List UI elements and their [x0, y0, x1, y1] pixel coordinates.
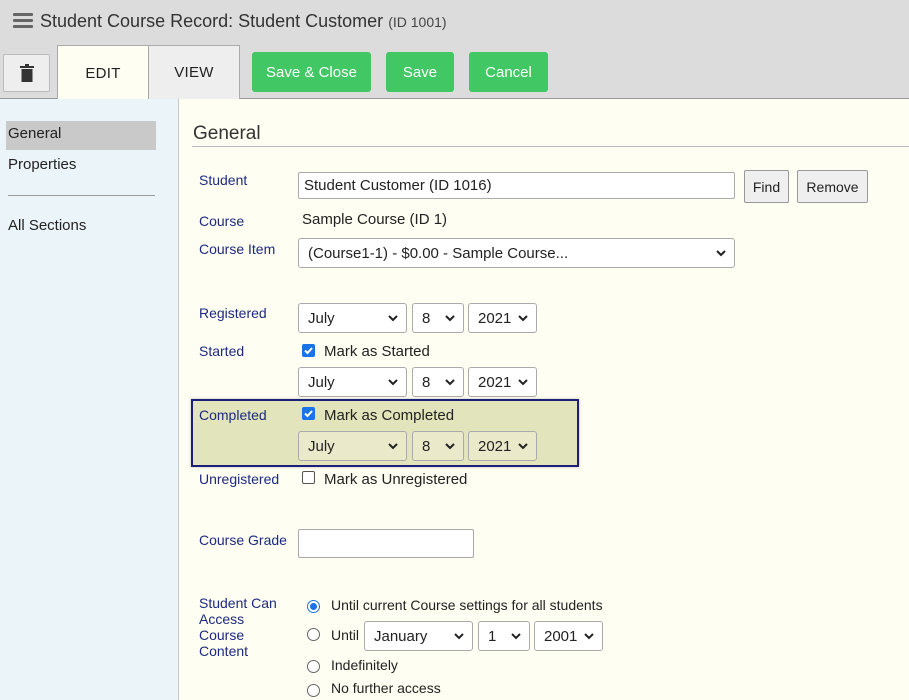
chevron-down-icon — [445, 379, 455, 386]
save-close-button[interactable]: Save & Close — [252, 52, 371, 92]
chevron-down-icon — [518, 315, 528, 322]
chevron-down-icon — [388, 443, 398, 450]
title-id: (ID 1001) — [388, 14, 447, 30]
delete-button[interactable] — [3, 54, 50, 92]
menu-icon[interactable] — [13, 13, 33, 29]
sidebar: General Properties All Sections — [0, 99, 179, 700]
completed-day: 8 — [422, 437, 431, 455]
course-item-select[interactable]: (Course1-1) - $0.00 - Sample Course... — [298, 238, 735, 268]
started-day-select[interactable]: 8 — [412, 367, 464, 397]
access-option-no-access: No further access — [331, 680, 441, 696]
started-year: 2021 — [478, 373, 512, 391]
title-text: Student Course Record: Student Customer — [40, 11, 384, 31]
access-radio-current[interactable] — [307, 600, 320, 613]
access-day-select[interactable]: 1 — [478, 621, 530, 651]
page-title: Student Course Record: Student Customer … — [40, 11, 447, 32]
completed-day-select[interactable]: 8 — [412, 431, 464, 461]
access-month-select[interactable]: January — [364, 621, 473, 651]
unregistered-checkbox-label: Mark as Unregistered — [324, 471, 468, 488]
cancel-button[interactable]: Cancel — [469, 52, 548, 92]
tab-edit[interactable]: EDIT — [57, 45, 149, 100]
chevron-down-icon — [388, 315, 398, 322]
sidebar-item-all-sections[interactable]: All Sections — [8, 217, 86, 234]
access-year: 2001 — [544, 627, 578, 645]
trash-icon — [19, 64, 34, 82]
chevron-down-icon — [716, 250, 726, 257]
section-heading: General — [193, 123, 261, 144]
student-field[interactable]: Student Customer (ID 1016) — [298, 172, 735, 199]
sidebar-item-properties[interactable]: Properties — [8, 156, 76, 173]
access-radio-indefinitely[interactable] — [307, 660, 320, 673]
registered-month: July — [308, 309, 335, 327]
sidebar-item-general[interactable]: General — [8, 125, 61, 142]
started-day: 8 — [422, 373, 431, 391]
chevron-down-icon — [511, 633, 521, 640]
registered-day: 8 — [422, 309, 431, 327]
course-grade-label: Course Grade — [199, 532, 287, 548]
tab-view[interactable]: VIEW — [148, 45, 240, 99]
title-bar: Student Course Record: Student Customer … — [0, 0, 909, 44]
started-month-select[interactable]: July — [298, 367, 407, 397]
access-label-line: Content — [199, 643, 249, 659]
remove-button[interactable]: Remove — [797, 170, 868, 203]
access-label: Student Can Access Course Content — [199, 595, 277, 659]
started-checkbox-label: Mark as Started — [324, 343, 430, 360]
chevron-down-icon — [584, 633, 594, 640]
chevron-down-icon — [445, 443, 455, 450]
completed-checkbox-label: Mark as Completed — [324, 407, 455, 424]
student-label: Student — [199, 172, 248, 188]
unregistered-label: Unregistered — [199, 471, 280, 487]
course-item-value: (Course1-1) - $0.00 - Sample Course... — [308, 244, 569, 262]
registered-day-select[interactable]: 8 — [412, 303, 464, 333]
access-label-line: Course — [199, 627, 245, 643]
access-label-line: Student Can — [199, 595, 277, 611]
registered-year: 2021 — [478, 309, 512, 327]
access-label-line: Access — [199, 611, 245, 627]
started-label: Started — [199, 343, 245, 359]
completed-month-select[interactable]: July — [298, 431, 407, 461]
started-year-select[interactable]: 2021 — [468, 367, 537, 397]
access-month: January — [374, 627, 428, 645]
completed-checkbox[interactable] — [302, 407, 315, 420]
course-value: Sample Course (ID 1) — [302, 211, 448, 228]
registered-year-select[interactable]: 2021 — [468, 303, 537, 333]
access-option-indefinitely: Indefinitely — [331, 657, 398, 673]
access-day: 1 — [488, 627, 497, 645]
find-button[interactable]: Find — [744, 170, 789, 203]
access-radio-until[interactable] — [307, 628, 320, 641]
access-year-select[interactable]: 2001 — [534, 621, 603, 651]
started-checkbox[interactable] — [302, 344, 315, 357]
access-option-current: Until current Course settings for all st… — [331, 597, 603, 613]
section-divider — [192, 146, 909, 147]
chevron-down-icon — [388, 379, 398, 386]
course-item-label: Course Item — [199, 241, 276, 257]
access-radio-no-access[interactable] — [307, 684, 320, 697]
registered-label: Registered — [199, 305, 267, 321]
completed-year: 2021 — [478, 437, 512, 455]
unregistered-checkbox[interactable] — [302, 471, 315, 484]
save-button[interactable]: Save — [386, 52, 454, 92]
started-month: July — [308, 373, 335, 391]
completed-label: Completed — [199, 407, 267, 423]
chevron-down-icon — [518, 443, 528, 450]
course-label: Course — [199, 213, 245, 229]
chevron-down-icon — [445, 315, 455, 322]
checkmark-icon — [304, 410, 313, 418]
course-grade-field[interactable] — [298, 529, 474, 558]
completed-month: July — [308, 437, 335, 455]
checkmark-icon — [304, 347, 313, 355]
sidebar-divider — [8, 195, 155, 196]
chevron-down-icon — [518, 379, 528, 386]
registered-month-select[interactable]: July — [298, 303, 407, 333]
chevron-down-icon — [454, 633, 464, 640]
completed-year-select[interactable]: 2021 — [468, 431, 537, 461]
toolbar: EDIT VIEW Save & Close Save Cancel — [0, 44, 909, 100]
access-option-until: Until — [331, 627, 360, 643]
